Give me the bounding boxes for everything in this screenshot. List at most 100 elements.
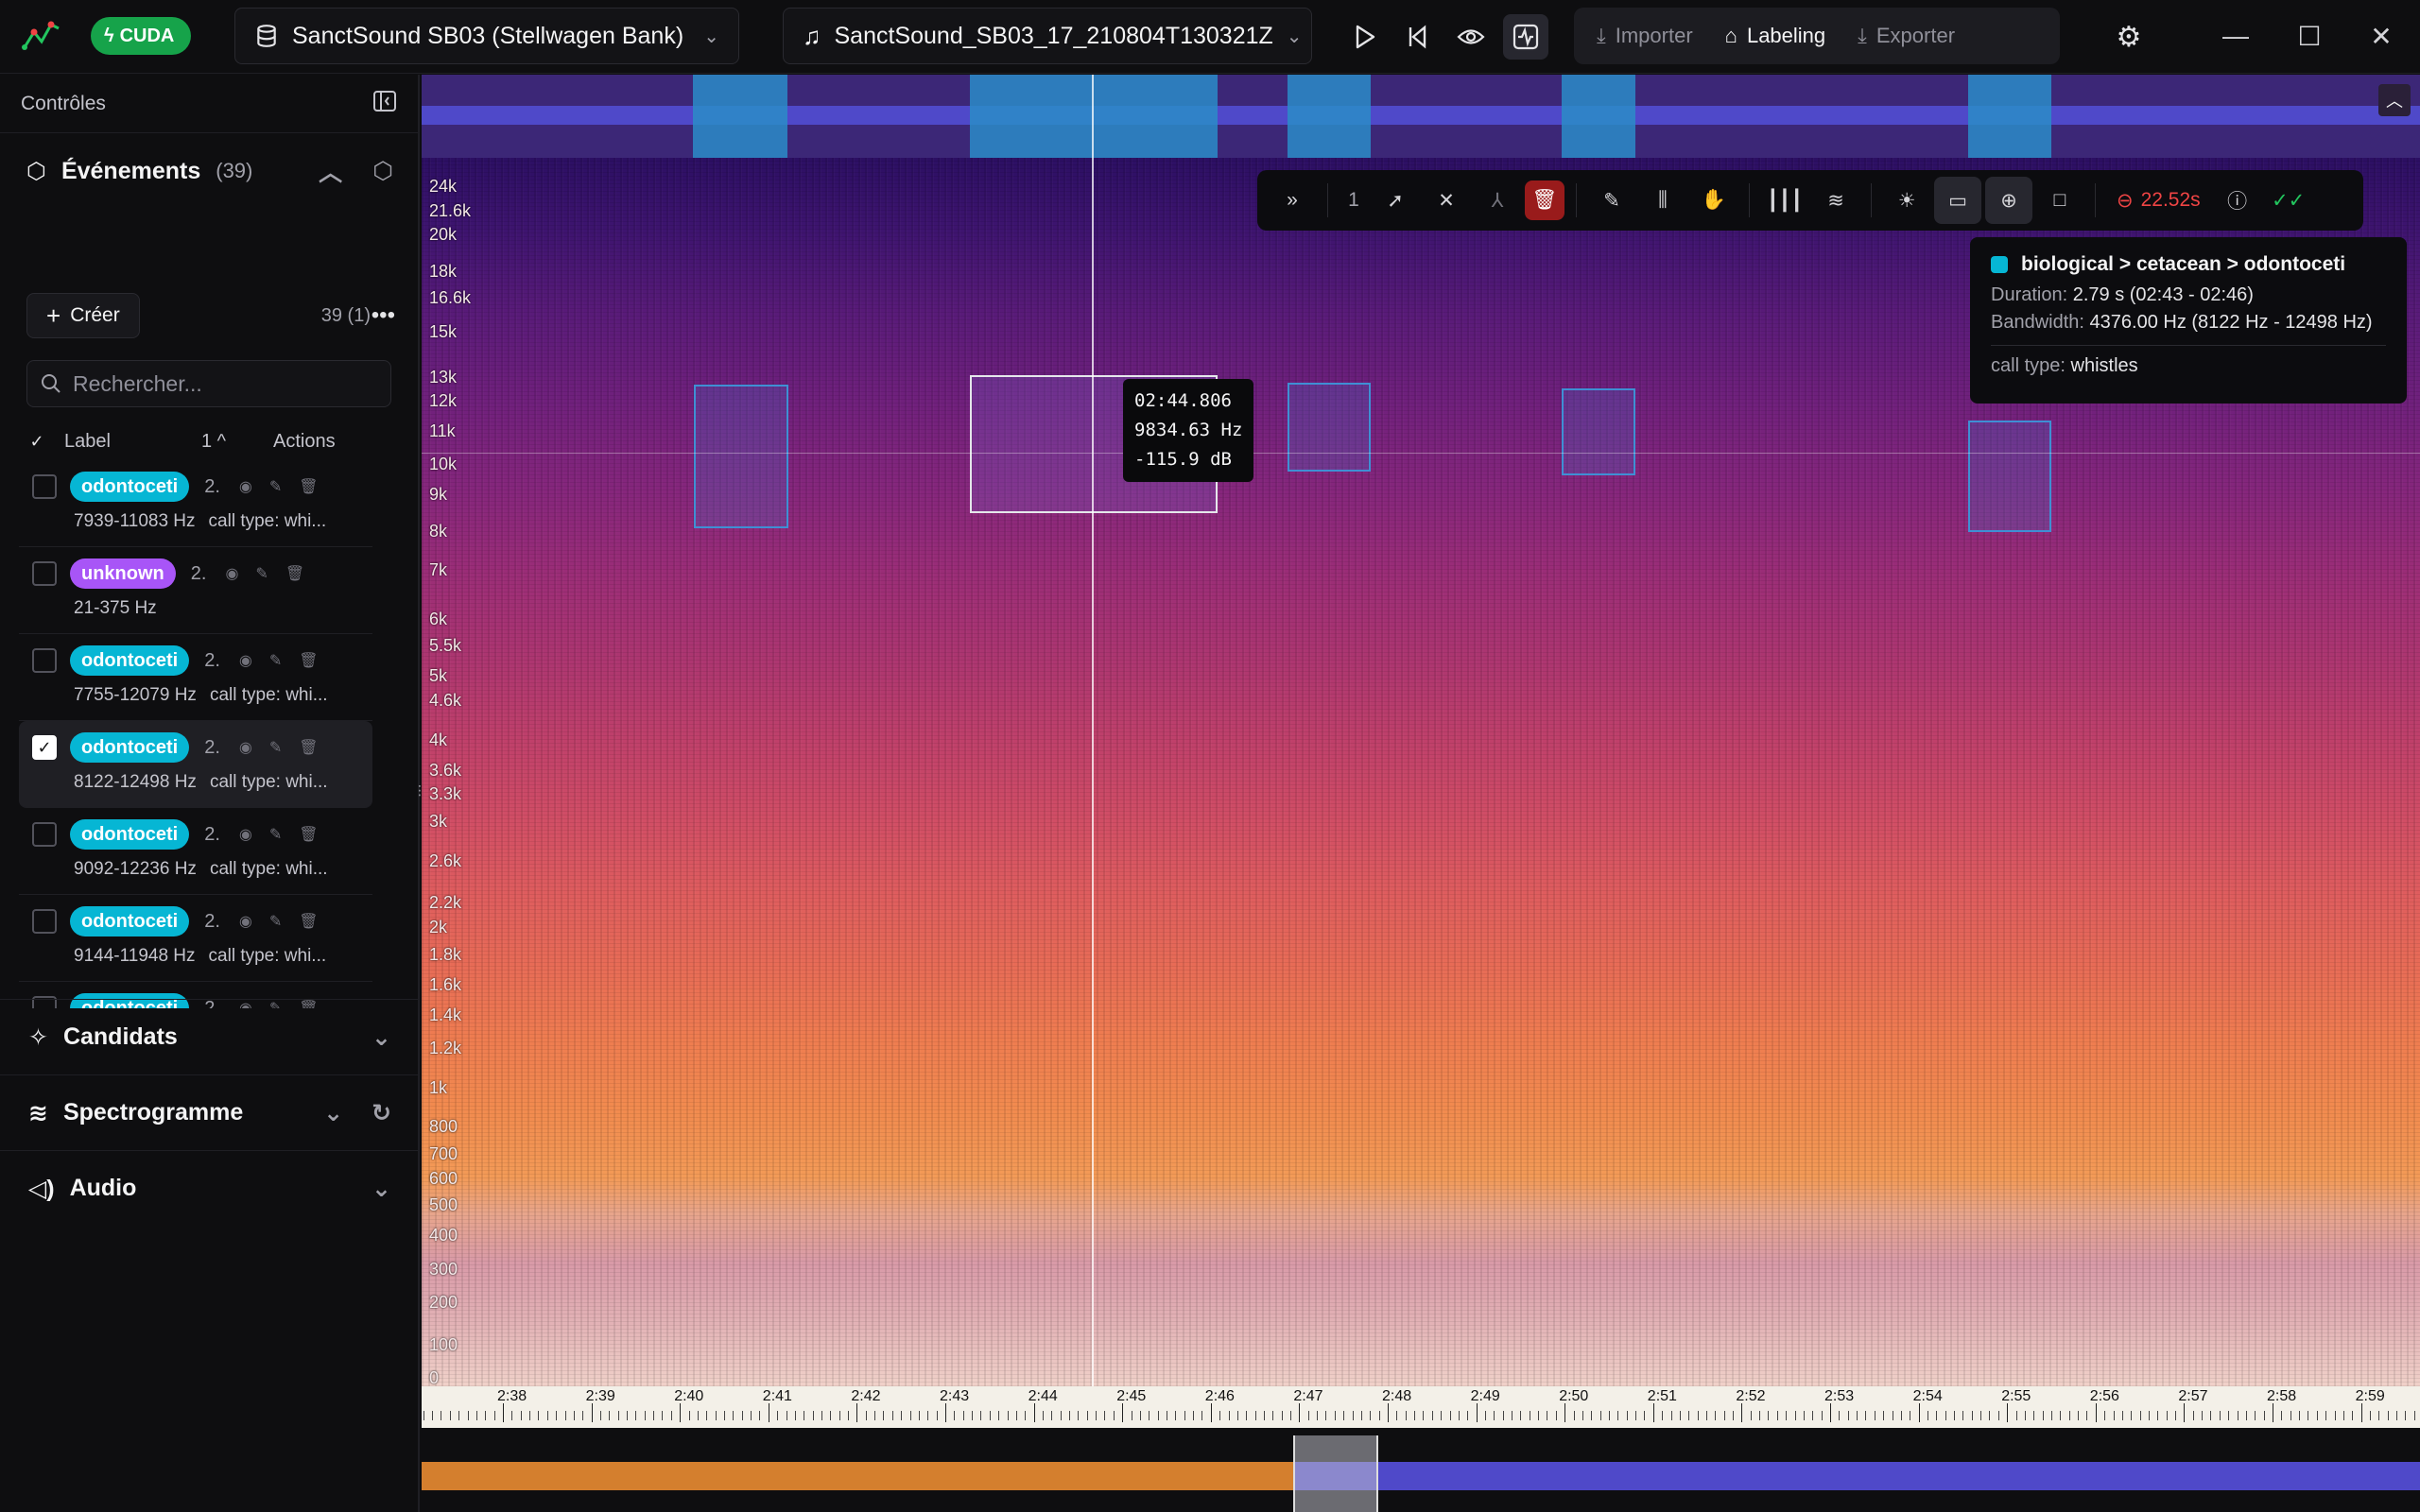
search-box[interactable]: Rechercher... bbox=[26, 360, 391, 407]
time-minor-tick bbox=[467, 1411, 469, 1420]
event-checkbox[interactable]: ✓ bbox=[32, 735, 57, 760]
eye-icon[interactable]: ◉ bbox=[239, 477, 252, 496]
select-tool-button[interactable]: ➚ bbox=[1372, 177, 1419, 224]
create-event-button[interactable]: + Créer bbox=[26, 293, 140, 338]
merge-button[interactable]: ⅄ bbox=[1474, 177, 1521, 224]
minimize-button[interactable]: — bbox=[2212, 14, 2259, 58]
file-selector[interactable]: ♫ SanctSound_SB03_17_210804T130321Z ⌄ bbox=[783, 8, 1312, 64]
confirm-button[interactable]: ✓✓ bbox=[2265, 177, 2312, 224]
adjust-tool-button[interactable]: ⫼ bbox=[1639, 177, 1686, 224]
viewport-window[interactable] bbox=[1293, 1435, 1378, 1512]
eye-icon[interactable]: ◉ bbox=[225, 564, 238, 583]
event-list-item[interactable]: odontoceti 2. ◉ ✎ 🗑 9144-11948 Hz call type: w… bbox=[19, 895, 372, 982]
brightness-button[interactable]: ☀ bbox=[1883, 177, 1930, 224]
event-list-item[interactable]: odontoceti 2. ◉ ✎ 🗑 7755-12079 Hz call type: w… bbox=[19, 634, 372, 721]
col-sort[interactable]: 1 ^ bbox=[201, 431, 226, 453]
trash-icon[interactable]: 🗑 bbox=[299, 477, 318, 496]
trash-icon[interactable]: 🗑 bbox=[299, 651, 318, 670]
pencil-icon[interactable]: ✎ bbox=[269, 738, 282, 757]
frequency-tick-label: 500 bbox=[429, 1195, 458, 1215]
event-list-item[interactable]: odontoceti 2. ◉ ✎ 🗑 7939-11083 Hz call type: w… bbox=[19, 460, 372, 547]
tooltip-toggle-button[interactable]: ▭ bbox=[1934, 177, 1981, 224]
candidates-section[interactable]: ✧ Candidats ⌄ bbox=[0, 999, 420, 1074]
waveform-button[interactable]: ┃┃┃ bbox=[1761, 177, 1808, 224]
chevron-up-icon[interactable]: ︿ bbox=[2378, 84, 2411, 116]
pointer-icon: ➚ bbox=[1387, 189, 1404, 212]
trash-icon[interactable]: 🗑 bbox=[299, 738, 318, 757]
event-checkbox[interactable] bbox=[32, 648, 57, 673]
event-box[interactable] bbox=[694, 385, 788, 528]
pan-tool-button[interactable]: ✋ bbox=[1690, 177, 1737, 224]
eye-icon[interactable]: ◉ bbox=[239, 912, 252, 931]
select-all-checkbox[interactable]: ✓ bbox=[26, 431, 47, 452]
more-options-icon[interactable]: ••• bbox=[372, 302, 395, 329]
time-minor-tick bbox=[821, 1411, 822, 1420]
audio-section[interactable]: ◁) Audio ⌄ bbox=[0, 1150, 420, 1226]
crosshair-toggle-button[interactable]: ⊕ bbox=[1985, 177, 2032, 224]
skip-back-button[interactable] bbox=[1395, 14, 1441, 60]
pencil-icon[interactable]: ✎ bbox=[269, 477, 282, 496]
event-box[interactable] bbox=[1562, 388, 1635, 475]
zoom-indicator[interactable]: ⊖ 22.52s bbox=[2107, 189, 2210, 213]
event-checkbox[interactable] bbox=[32, 909, 57, 934]
event-list-item[interactable]: ✓ odontoceti 2. ◉ ✎ 🗑 8122-12498 Hz call type: … bbox=[19, 721, 372, 808]
delete-button[interactable]: 🗑 bbox=[1525, 180, 1564, 220]
event-checkbox[interactable] bbox=[32, 822, 57, 847]
selection-count: 39 (1) bbox=[320, 304, 371, 326]
message-square-icon: ▭ bbox=[1948, 189, 1967, 212]
pencil-icon[interactable]: ✎ bbox=[269, 651, 282, 670]
expand-toolbar-button[interactable]: » bbox=[1269, 177, 1316, 224]
filter-button[interactable]: ≋ bbox=[1812, 177, 1859, 224]
maximize-button[interactable]: ☐ bbox=[2286, 14, 2333, 58]
settings-button[interactable]: ⚙ bbox=[2106, 14, 2152, 60]
pencil-icon[interactable]: ✎ bbox=[269, 912, 282, 931]
event-box[interactable] bbox=[1968, 421, 2051, 532]
tab-exporter[interactable]: ⤓ Exporter bbox=[1844, 14, 1968, 58]
trash-icon[interactable]: 🗑 bbox=[299, 825, 318, 844]
event-checkbox[interactable] bbox=[32, 474, 57, 499]
col-label[interactable]: Label bbox=[64, 431, 111, 453]
collapse-sidebar-icon[interactable] bbox=[372, 89, 397, 119]
spectrogram-view[interactable]: ︿ 24k 21.6k 20k 18k 16.6k 15k 13k 12k 11k 10k 9k 8k… bbox=[422, 75, 2420, 1512]
play-button[interactable] bbox=[1342, 14, 1388, 60]
event-box[interactable] bbox=[1288, 383, 1371, 472]
event-list-item[interactable]: unknown 2. ◉ ✎ 🗑 21-375 Hz bbox=[19, 547, 372, 634]
info-button[interactable]: ⓘ bbox=[2214, 177, 2261, 224]
project-selector[interactable]: SanctSound SB03 (Stellwagen Bank) ⌄ bbox=[234, 8, 739, 64]
tab-labeling[interactable]: ⌂ Labeling bbox=[1712, 14, 1839, 58]
close-window-button[interactable]: ✕ bbox=[2358, 14, 2405, 58]
annotation-track[interactable] bbox=[422, 75, 2420, 158]
eye-icon[interactable]: ◉ bbox=[239, 651, 252, 670]
reset-icon[interactable]: ↻ bbox=[372, 1099, 391, 1127]
activity-button[interactable] bbox=[1503, 14, 1548, 60]
trash-icon[interactable]: 🗑 bbox=[285, 564, 304, 583]
trash-icon[interactable]: 🗑 bbox=[299, 912, 318, 931]
box-toggle-button[interactable]: □ bbox=[2036, 177, 2083, 224]
annotation-segment[interactable] bbox=[1968, 75, 2051, 158]
event-list-item[interactable]: odontoceti 2. ◉ ✎ 🗑 9092-12236 Hz call type: w… bbox=[19, 808, 372, 895]
tags-icon[interactable]: ⬡ bbox=[372, 157, 393, 185]
eye-toggle-button[interactable] bbox=[1448, 14, 1494, 60]
annotation-segment[interactable] bbox=[970, 75, 1218, 158]
event-description: call type: whi... bbox=[208, 511, 327, 531]
timeline[interactable]: 2:38 2:39 2:40 2:41 2:42 2:43 2:44 2:45 2:46 2:47… bbox=[422, 1386, 2420, 1512]
pencil-icon[interactable]: ✎ bbox=[269, 825, 282, 844]
deselect-button[interactable]: ✕ bbox=[1423, 177, 1470, 224]
draw-tool-button[interactable]: ✎ bbox=[1588, 177, 1635, 224]
annotation-segment[interactable] bbox=[1288, 75, 1371, 158]
time-minor-tick bbox=[1060, 1411, 1062, 1420]
pencil-icon[interactable]: ✎ bbox=[255, 564, 268, 583]
event-checkbox[interactable] bbox=[32, 561, 57, 586]
time-minor-tick bbox=[1096, 1411, 1098, 1420]
overview-bar[interactable] bbox=[422, 1435, 2420, 1512]
tab-importer[interactable]: ⤓ Importer bbox=[1583, 14, 1706, 58]
eye-icon[interactable]: ◉ bbox=[239, 825, 252, 844]
chevron-up-icon[interactable]: ︿ bbox=[319, 154, 342, 188]
annotation-segment[interactable] bbox=[693, 75, 787, 158]
time-axis[interactable]: 2:38 2:39 2:40 2:41 2:42 2:43 2:44 2:45 2:46 2:47… bbox=[422, 1386, 2420, 1428]
events-section-header[interactable]: ⬡ Événements (39) ︿ ⬡ bbox=[0, 133, 418, 209]
search-input[interactable]: Rechercher... bbox=[73, 371, 202, 397]
annotation-segment[interactable] bbox=[1562, 75, 1635, 158]
spectrogram-section[interactable]: ≋ Spectrogramme ⌄ ↻ bbox=[0, 1074, 420, 1150]
eye-icon[interactable]: ◉ bbox=[239, 738, 252, 757]
